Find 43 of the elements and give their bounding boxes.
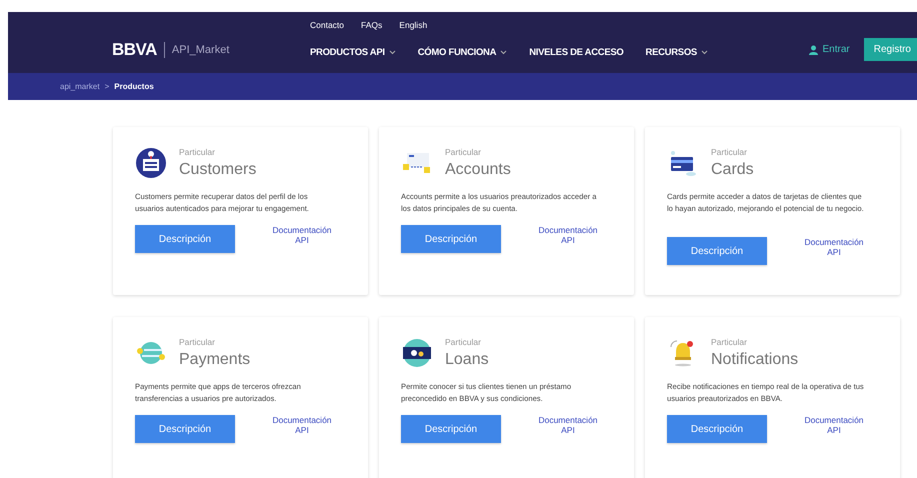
category-label: Particular	[711, 147, 748, 157]
top-link[interactable]: Contacto	[310, 20, 344, 30]
documentation-link[interactable]: Documentación API	[803, 415, 865, 435]
product-title: Loans	[445, 351, 489, 369]
category-label: Particular	[179, 337, 216, 347]
product-title: Notifications	[711, 351, 798, 369]
nav-menu-item[interactable]: PRODUCTOS API	[310, 47, 396, 58]
logo[interactable]: BBVA	[112, 40, 157, 60]
login-link[interactable]: Entrar	[808, 44, 850, 55]
documentation-link[interactable]: Documentación API	[271, 415, 333, 435]
breadcrumb-item: Productos	[114, 82, 154, 91]
user-icon	[808, 44, 818, 54]
category-label: Particular	[445, 147, 482, 157]
documentation-link[interactable]: Documentación API	[537, 225, 599, 245]
breadcrumb-item[interactable]: api_market	[60, 82, 100, 91]
chevron-down-icon	[700, 50, 708, 55]
documentation-link[interactable]: Documentación API	[271, 225, 333, 245]
description-button[interactable]: Descripción	[667, 415, 767, 443]
description-button[interactable]: Descripción	[667, 237, 767, 265]
product-title: Cards	[711, 161, 754, 179]
loan-icon	[401, 337, 433, 369]
description-button[interactable]: Descripción	[135, 225, 235, 253]
category-label: Particular	[179, 147, 216, 157]
nav-menu-item[interactable]: RECURSOS	[646, 47, 708, 58]
nav-menu-item[interactable]: NIVELES DE ACCESO	[529, 47, 624, 58]
chevron-down-icon	[500, 50, 508, 55]
top-link[interactable]: FAQs	[361, 20, 382, 30]
category-label: Particular	[711, 337, 748, 347]
documentation-link[interactable]: Documentación API	[803, 237, 865, 257]
breadcrumb-separator: >	[104, 82, 110, 91]
documentation-link[interactable]: Documentación API	[537, 415, 599, 435]
category-label: Particular	[445, 337, 482, 347]
top-link[interactable]: English	[399, 20, 428, 30]
nav-menu-item[interactable]: CÓMO FUNCIONA	[418, 47, 508, 58]
customer-profile-icon	[135, 147, 167, 179]
product-name: API_Market	[172, 44, 230, 56]
product-title: Customers	[179, 161, 256, 179]
product-title: Accounts	[445, 161, 511, 179]
product-title: Payments	[179, 351, 250, 369]
description-button[interactable]: Descripción	[401, 225, 501, 253]
description-button[interactable]: Descripción	[135, 415, 235, 443]
chevron-down-icon	[388, 50, 396, 55]
description-button[interactable]: Descripción	[401, 415, 501, 443]
